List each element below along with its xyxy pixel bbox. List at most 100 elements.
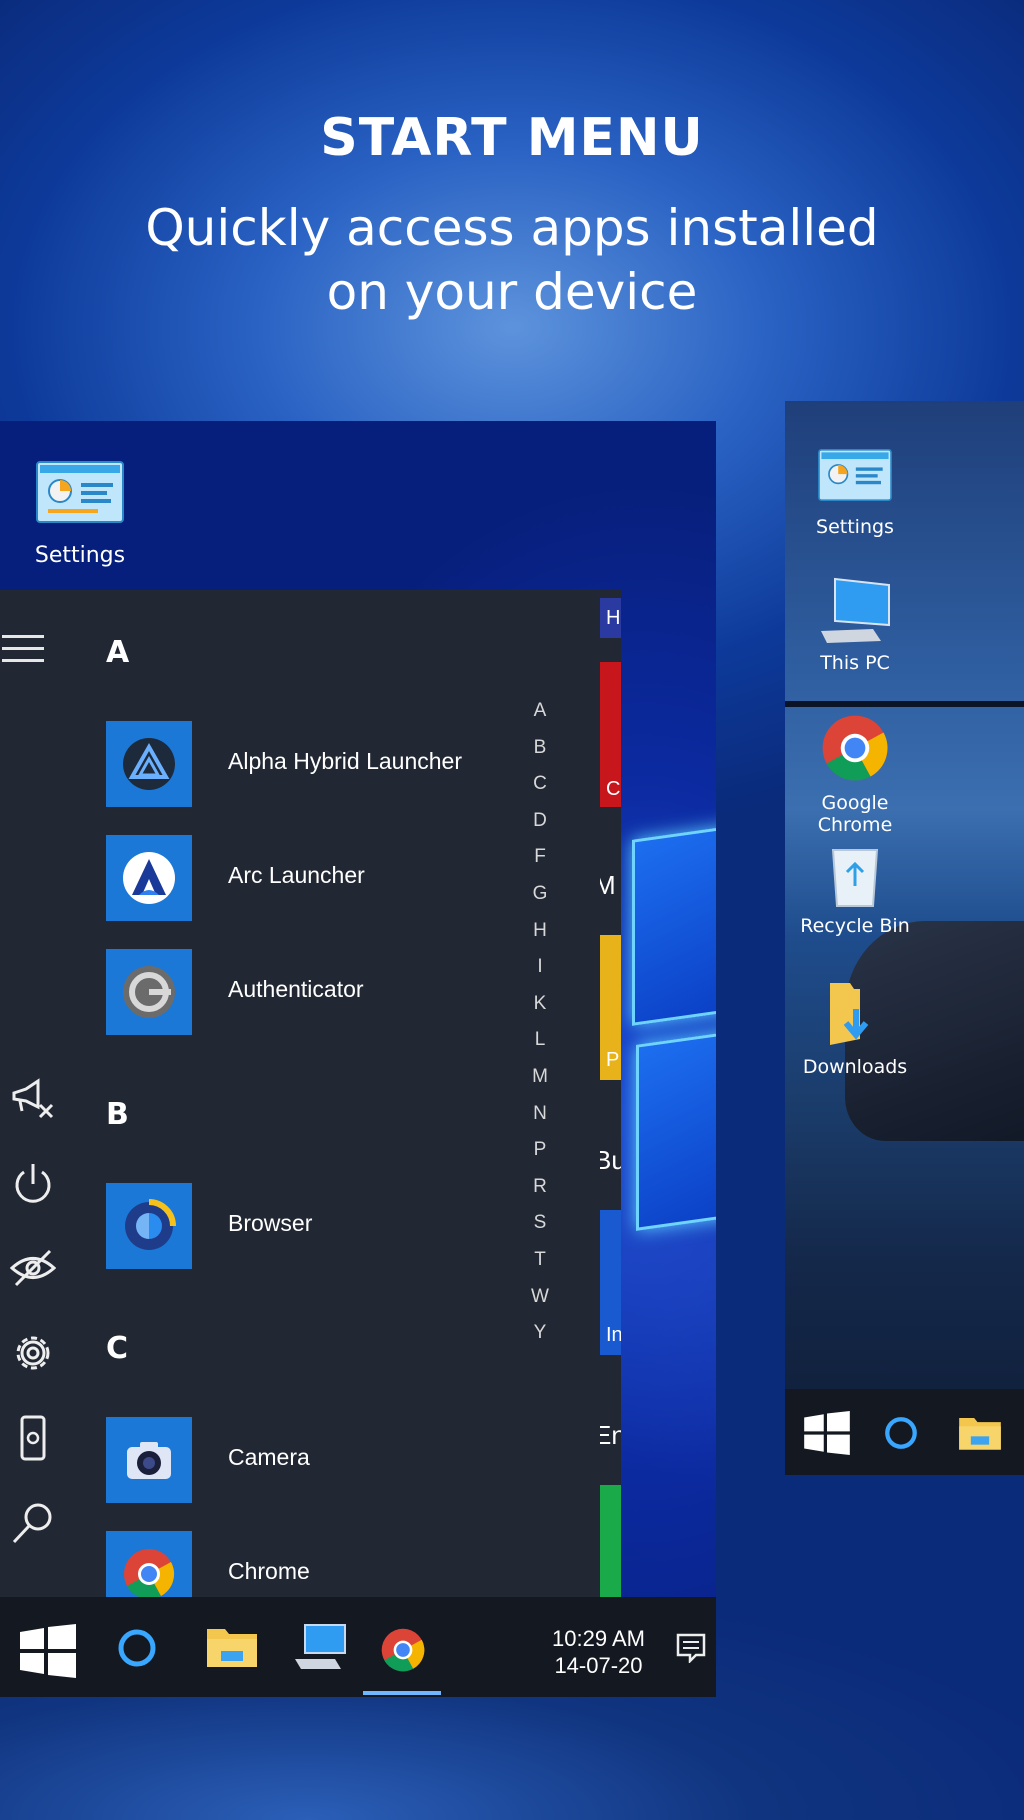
clock-date: 14-07-20 — [554, 1653, 643, 1678]
alphabet-letter-k[interactable]: K — [527, 993, 553, 1015]
app-camera[interactable]: Camera — [106, 1417, 526, 1503]
windows-start-icon[interactable] — [804, 1411, 850, 1455]
tile-label: C — [606, 778, 621, 800]
desktop-recycle-bin[interactable]: Recycle Bin — [785, 846, 925, 937]
chrome-icon — [822, 715, 888, 781]
notifications-off-icon[interactable] — [10, 1075, 56, 1121]
gear-icon[interactable] — [10, 1330, 56, 1376]
taskbar-clock[interactable]: 10:29 AM 14-07-20 — [552, 1625, 645, 1679]
app-arc-launcher[interactable]: Arc Launcher — [106, 835, 526, 921]
alphabet-letter-r[interactable]: R — [527, 1176, 553, 1198]
tile-label: P — [606, 1049, 620, 1071]
section-letter-c[interactable]: C — [106, 1331, 128, 1366]
app-name: Arc Launcher — [228, 862, 365, 888]
taskbar-right-phone — [785, 1389, 1024, 1475]
live-tiles-column: H C M P Bu In En — [600, 590, 621, 1600]
app-name: Camera — [228, 1444, 310, 1470]
desktop-google-chrome[interactable]: Google Chrome — [785, 713, 925, 836]
desktop-settings[interactable]: Settings — [785, 449, 925, 538]
app-name: Chrome — [228, 1558, 310, 1584]
camera-icon — [106, 1417, 192, 1503]
app-name: Authenticator — [228, 976, 364, 1002]
app-authenticator[interactable]: Authenticator — [106, 949, 526, 1035]
phone-right: Settings This PC Google Chrome Recycle B… — [785, 401, 1024, 1475]
alphabet-letter-a[interactable]: A — [527, 700, 553, 722]
alphabet-letter-g[interactable]: G — [527, 883, 553, 905]
desktop-this-pc[interactable]: This PC — [785, 577, 925, 674]
desktop-item-label: Settings — [816, 516, 894, 538]
section-letter-b[interactable]: B — [106, 1097, 129, 1132]
settings-panel-icon — [36, 461, 124, 523]
alphabet-letter-b[interactable]: B — [527, 737, 553, 759]
this-pc-icon[interactable] — [293, 1623, 347, 1673]
tile-yellow[interactable]: P — [600, 935, 621, 1080]
arc-launcher-icon — [106, 835, 192, 921]
cortana-icon[interactable] — [883, 1415, 919, 1451]
phone-left: Settings A Alpha Hybrid Launcher Arc Lau… — [0, 421, 716, 1697]
headline-title: START MENU — [320, 108, 704, 168]
alphabet-letter-s[interactable]: S — [527, 1212, 553, 1234]
clock-time: 10:29 AM — [552, 1626, 645, 1651]
file-explorer-icon[interactable] — [957, 1413, 1003, 1453]
cortana-icon[interactable] — [116, 1627, 158, 1669]
desktop-settings-shortcut[interactable]: Settings — [30, 461, 130, 568]
search-icon[interactable] — [10, 1500, 56, 1546]
headline-line-1: Quickly access apps installed — [145, 199, 879, 257]
desktop-settings-label: Settings — [34, 543, 126, 568]
alphabet-letter-y[interactable]: Y — [527, 1322, 553, 1344]
alphabet-letter-l[interactable]: L — [527, 1029, 553, 1051]
alphabet-letter-c[interactable]: C — [527, 773, 553, 795]
file-explorer-icon[interactable] — [205, 1623, 259, 1671]
notification-center-icon[interactable] — [676, 1633, 706, 1663]
tile-header-bu: Bu — [600, 1145, 621, 1175]
tile-red[interactable]: C — [600, 662, 621, 807]
desktop-downloads[interactable]: Downloads — [785, 979, 925, 1078]
headline-line-2: on your device — [326, 263, 698, 321]
recycle-bin-icon — [831, 849, 879, 907]
active-app-indicator — [363, 1691, 441, 1695]
tile-header-en: En — [600, 1420, 621, 1450]
power-icon[interactable] — [10, 1160, 56, 1206]
alphabet-letter-m[interactable]: M — [527, 1066, 553, 1088]
tile-label: H — [606, 607, 621, 629]
alphabet-letter-f[interactable]: F — [527, 846, 553, 868]
pier-silhouette — [785, 701, 1024, 707]
app-name: Browser — [228, 1210, 313, 1236]
hamburger-menu-icon[interactable] — [2, 635, 44, 671]
alpha-hybrid-launcher-icon — [106, 721, 192, 807]
alphabet-letter-n[interactable]: N — [527, 1103, 553, 1125]
tile-green[interactable] — [600, 1485, 621, 1600]
settings-panel-icon — [818, 449, 892, 501]
alphabet-letter-t[interactable]: T — [527, 1249, 553, 1271]
authenticator-icon — [106, 949, 192, 1035]
tile-blue[interactable]: In — [600, 1210, 621, 1355]
desktop-item-label: This PC — [820, 652, 890, 674]
alphabet-letter-i[interactable]: I — [527, 956, 553, 978]
browser-icon — [106, 1183, 192, 1269]
phone-settings-icon[interactable] — [10, 1415, 56, 1461]
tile-navy[interactable]: H — [600, 598, 621, 638]
start-menu: A Alpha Hybrid Launcher Arc Launcher Aut… — [0, 590, 621, 1617]
desktop-item-label: Recycle Bin — [800, 915, 910, 937]
desktop-item-label: Google Chrome — [817, 792, 893, 836]
tile-label: In — [606, 1324, 621, 1346]
windows-logo-pane-bottom — [636, 1027, 716, 1231]
alphabet-letter-d[interactable]: D — [527, 810, 553, 832]
app-browser[interactable]: Browser — [106, 1183, 526, 1269]
taskbar: 10:29 AM 14-07-20 — [0, 1597, 716, 1697]
computer-icon — [821, 577, 890, 643]
downloads-folder-icon — [830, 983, 869, 1045]
alphabet-letter-p[interactable]: P — [527, 1139, 553, 1161]
chrome-taskbar-icon[interactable] — [380, 1627, 426, 1673]
hide-apps-icon[interactable] — [10, 1245, 56, 1291]
windows-start-icon[interactable] — [20, 1624, 76, 1678]
desktop-item-label: Downloads — [802, 1056, 908, 1078]
tile-header-m: M — [600, 870, 616, 900]
headline-subtitle: Quickly access apps installed on your de… — [0, 196, 1024, 324]
windows-logo-pane-top — [632, 822, 716, 1026]
app-name: Alpha Hybrid Launcher — [228, 748, 462, 774]
app-alpha-hybrid-launcher[interactable]: Alpha Hybrid Launcher — [106, 721, 526, 807]
section-letter-a[interactable]: A — [106, 635, 129, 670]
alphabet-letter-h[interactable]: H — [527, 920, 553, 942]
alphabet-letter-w[interactable]: W — [527, 1286, 553, 1308]
